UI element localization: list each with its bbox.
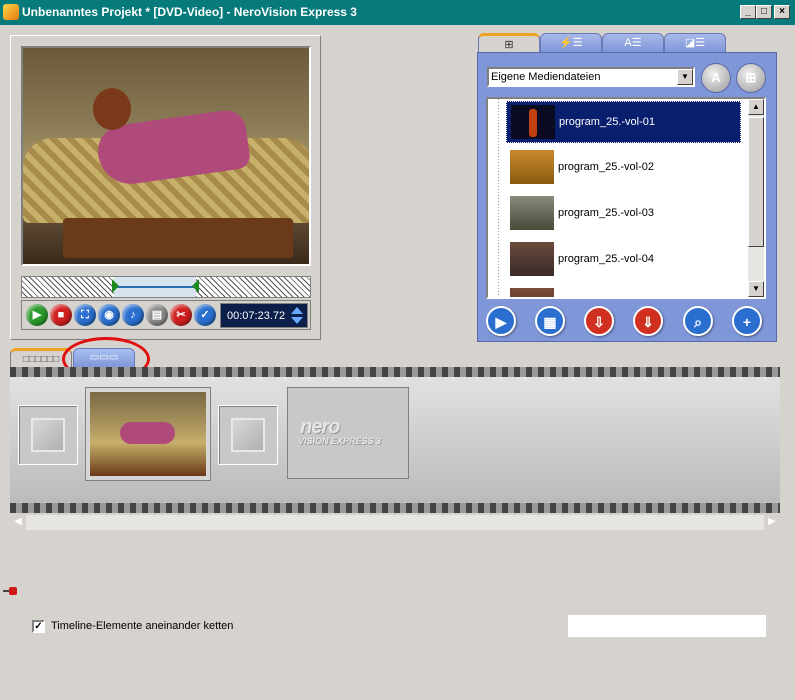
transition-icon	[31, 418, 65, 452]
timecode-spinner[interactable]	[291, 307, 303, 325]
status-field	[568, 615, 766, 637]
preview-panel: ▶ ■ ⛶ ◉ ♪ ▤ ✂ ✓ 00:07:23.72	[10, 35, 321, 340]
menu-clip[interactable]: nero VISION EXPRESS 3	[287, 387, 409, 479]
film-sprocket-bottom	[10, 503, 780, 513]
scissors-icon[interactable]: ✂	[170, 304, 192, 326]
timecode-field[interactable]: 00:07:23.72	[220, 303, 308, 328]
media-item-label: program_25.-vol-04	[558, 253, 654, 265]
spin-up-icon[interactable]	[291, 307, 303, 314]
trim-out-marker[interactable]	[192, 279, 199, 293]
tab-transitions[interactable]: ◪☰	[664, 33, 726, 53]
play-media-icon[interactable]: ▶	[486, 306, 516, 336]
timecode-value: 00:07:23.72	[227, 310, 286, 322]
scroll-right-icon[interactable]: ▶	[764, 515, 780, 530]
window-title: Unbenanntes Projekt * [DVD-Video] - Nero…	[22, 5, 357, 19]
media-item[interactable]: program_25.-vol-01	[506, 101, 741, 143]
media-thumbnail	[510, 150, 554, 184]
chain-label: Timeline-Elemente aneinander ketten	[51, 620, 234, 632]
transitions-list-icon: ◪☰	[684, 37, 706, 49]
tree-line	[498, 99, 499, 297]
media-thumbnail	[510, 196, 554, 230]
auto-sort-icon[interactable]: A	[701, 63, 731, 93]
media-item-label: program_25.-vol-01	[559, 116, 655, 128]
transition-slot[interactable]	[18, 405, 78, 465]
view-options-icon[interactable]: ⊞	[736, 63, 766, 93]
add-icon[interactable]: +	[732, 306, 762, 336]
video-clip-thumbnail	[90, 392, 206, 476]
effects-list-icon: ⚡☰	[559, 37, 583, 49]
fullscreen-icon[interactable]: ⛶	[74, 304, 96, 326]
media-item-label: program_25.-vol-03	[558, 207, 654, 219]
playback-controls: ▶ ■ ⛶ ◉ ♪ ▤ ✂ ✓ 00:07:23.72	[21, 300, 311, 330]
tab-text-effects[interactable]: A☰	[602, 33, 664, 53]
stop-icon[interactable]: ■	[50, 304, 72, 326]
folder-select-value: Eigene Mediendateien	[491, 71, 601, 83]
title-bar: Unbenanntes Projekt * [DVD-Video] - Nero…	[0, 0, 795, 25]
tab-effects[interactable]: ⚡☰	[540, 33, 602, 53]
media-browser-panel: Eigene Mediendateien ▼ A ⊞ program_25.-v…	[477, 52, 777, 342]
scroll-up-icon[interactable]: ▲	[748, 99, 764, 115]
snapshot-camera-icon[interactable]: ◉	[98, 304, 120, 326]
app-icon	[3, 4, 19, 20]
nero-logo-subtitle: VISION EXPRESS 3	[298, 436, 382, 446]
text-effects-icon: A☰	[624, 37, 642, 49]
folder-select[interactable]: Eigene Mediendateien ▼	[487, 67, 695, 87]
spin-down-icon[interactable]	[291, 317, 303, 324]
trim-scrubber[interactable]	[21, 276, 311, 298]
film-sprocket-top	[10, 367, 780, 377]
film-frame-icon[interactable]: ▦	[535, 306, 565, 336]
storyboard-icon: □□□□□□	[22, 354, 60, 365]
scene-table	[63, 218, 293, 258]
scroll-thumb[interactable]	[748, 117, 764, 247]
media-thumbnail	[511, 105, 555, 139]
scroll-left-icon[interactable]: ◀	[10, 515, 26, 530]
chain-checkbox[interactable]: ✓	[32, 620, 45, 633]
close-button[interactable]: ×	[774, 5, 790, 19]
check-icon[interactable]: ✓	[194, 304, 216, 326]
film-list-icon: ⊞	[504, 39, 514, 51]
play-icon[interactable]: ▶	[26, 304, 48, 326]
pin-icon[interactable]	[3, 587, 19, 595]
media-item[interactable]: program_25.-vol-04	[506, 239, 741, 281]
media-item[interactable]	[506, 285, 741, 297]
microphone-icon[interactable]: ♪	[122, 304, 144, 326]
video-preview	[21, 46, 311, 266]
trim-in-marker[interactable]	[112, 279, 119, 293]
media-list: program_25.-vol-01 program_25.-vol-02 pr…	[486, 97, 766, 299]
storyboard-scrollbar[interactable]: ◀ ▶	[10, 515, 780, 530]
tab-videos[interactable]: ⊞	[478, 33, 540, 53]
transition-icon	[231, 418, 265, 452]
scroll-down-icon[interactable]: ▼	[748, 281, 764, 297]
media-item[interactable]: program_25.-vol-02	[506, 147, 741, 189]
storyboard-strip: nero VISION EXPRESS 3	[10, 367, 780, 513]
media-item[interactable]: program_25.-vol-03	[506, 193, 741, 235]
video-clip[interactable]	[85, 387, 211, 481]
media-item-label: program_25.-vol-02	[558, 161, 654, 173]
scene-head	[93, 88, 131, 130]
import-icon[interactable]: ⇩	[584, 306, 614, 336]
capture-icon[interactable]: ⇓	[633, 306, 663, 336]
media-scrollbar[interactable]: ▲ ▼	[748, 99, 764, 297]
transition-slot[interactable]	[218, 405, 278, 465]
media-thumbnail	[510, 242, 554, 276]
search-media-icon[interactable]: ⌕	[683, 306, 713, 336]
minimize-button[interactable]: _	[740, 5, 756, 19]
trim-range-line	[114, 286, 196, 288]
film-split-icon[interactable]: ▤	[146, 304, 168, 326]
chevron-down-icon[interactable]: ▼	[677, 69, 693, 85]
maximize-button[interactable]: □	[756, 5, 772, 19]
media-thumbnail	[510, 288, 554, 297]
